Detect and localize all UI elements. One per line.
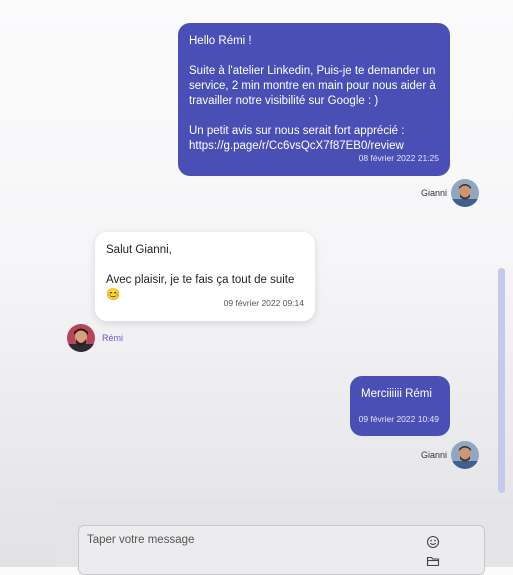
message-bubble-received: Salut Gianni, Avec plaisir, je te fais ç… xyxy=(95,232,315,321)
scrollbar-thumb[interactable] xyxy=(498,268,505,493)
author-name: Rémi xyxy=(102,333,124,343)
message-text: Merciiiiii Rémi xyxy=(361,388,432,400)
folder-icon[interactable] xyxy=(426,554,440,568)
avatar-remi xyxy=(67,324,95,352)
avatar-gianni xyxy=(451,441,479,469)
message-input[interactable]: Taper votre message xyxy=(78,525,485,575)
message-bubble-sent: Merciiiiii Rémi 09 février 2022 10:49 xyxy=(350,376,450,436)
message-bubble-sent: Hello Rémi ! Suite à l'atelier Linkedin,… xyxy=(178,23,450,176)
author-name: Gianni xyxy=(421,188,448,198)
message-text: Salut Gianni, Avec plaisir, je te fais ç… xyxy=(106,244,295,301)
message-timestamp: 09 février 2022 09:14 xyxy=(223,298,304,308)
message-input-placeholder: Taper votre message xyxy=(87,534,195,546)
message-text: Hello Rémi ! Suite à l'atelier Linkedin,… xyxy=(189,35,436,152)
avatar-gianni xyxy=(451,179,479,207)
emoji-icon[interactable] xyxy=(426,535,440,549)
message-timestamp: 09 février 2022 10:49 xyxy=(358,414,439,424)
message-timestamp: 08 février 2022 21:25 xyxy=(358,153,439,163)
author-name: Gianni xyxy=(421,450,448,460)
